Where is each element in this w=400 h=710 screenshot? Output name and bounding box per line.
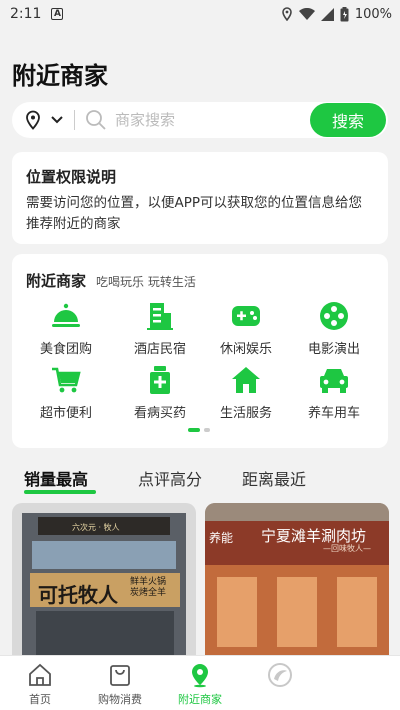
- search-bar: 搜索: [12, 102, 388, 138]
- shop-tagline: 鲜羊火锅 炭烤全羊: [130, 577, 166, 599]
- shop-window: [337, 577, 377, 647]
- page-dot: [204, 428, 210, 432]
- category-movies[interactable]: 电影演出: [294, 300, 374, 357]
- search-icon: [86, 110, 106, 130]
- category-supermarket[interactable]: 超市便利: [26, 364, 106, 421]
- page-title: 附近商家: [12, 62, 108, 90]
- search-divider: [74, 110, 75, 130]
- battery-icon: [340, 6, 349, 21]
- car-icon: [320, 369, 348, 393]
- tab-top-rated[interactable]: 点评高分: [138, 466, 202, 490]
- nav-shopping[interactable]: 购物消费: [80, 662, 160, 707]
- shop-windows: [32, 541, 176, 569]
- page-indicator: [188, 428, 210, 432]
- shopping-bag-icon: [110, 665, 130, 686]
- app-logo-icon: [268, 663, 292, 687]
- shop-window: [277, 577, 317, 647]
- categories-subtitle: 吃喝玩乐 玩转生活: [96, 275, 196, 289]
- permission-text: 需要访问您的位置，以便APP可以获取您的位置信息给您推荐附近的商家: [26, 195, 363, 232]
- permission-title: 位置权限说明: [26, 168, 117, 186]
- category-label: 看病买药: [133, 406, 186, 421]
- nav-home[interactable]: 首页: [0, 662, 80, 707]
- shop-entrance: [36, 611, 174, 655]
- category-car[interactable]: 养车用车: [294, 364, 374, 421]
- gamepad-icon: [232, 306, 260, 326]
- nav-extra[interactable]: [240, 662, 320, 691]
- page-dot-active: [188, 428, 200, 432]
- status-time: 2:11: [10, 6, 42, 22]
- active-tab-indicator: [24, 490, 96, 494]
- shop-card[interactable]: 养能 宁夏滩羊涮肉坊 —回味牧人—: [205, 503, 389, 655]
- search-button[interactable]: 搜索: [310, 103, 386, 137]
- category-label: 养车用车: [307, 406, 360, 421]
- search-input[interactable]: [115, 111, 285, 129]
- shop-tagline-1: 鲜羊火锅: [130, 577, 167, 587]
- nav-label: 首页: [29, 693, 51, 706]
- sort-tabs: 销量最高 点评高分 距离最近: [0, 462, 400, 496]
- home-outline-icon: [29, 663, 51, 686]
- tab-top-sales[interactable]: 销量最高: [24, 466, 88, 490]
- shop-name: 可托牧人: [38, 583, 118, 607]
- food-cloche-icon: [52, 303, 80, 327]
- category-label: 生活服务: [219, 406, 272, 421]
- status-icons: 100%: [281, 6, 392, 22]
- category-label: 美食团购: [39, 342, 92, 357]
- shop-tagline: —回味牧人—: [323, 544, 371, 553]
- category-hotel[interactable]: 酒店民宿: [120, 300, 200, 357]
- shop-roof: [205, 503, 389, 523]
- shop-logo-text: 养能: [209, 531, 234, 545]
- chevron-down-icon[interactable]: [50, 115, 64, 125]
- category-food[interactable]: 美食团购: [26, 300, 106, 357]
- nearby-categories-card: 附近商家 吃喝玩乐 玩转生活 美食团购 酒店民宿 休闲娱乐 电影演出 超市便利 …: [12, 254, 388, 448]
- location-pin-icon: [192, 664, 208, 688]
- shop-card[interactable]: 六次元 · 牧人 可托牧人 鲜羊火锅 炭烤全羊: [12, 503, 196, 655]
- shop-tagline-2: 炭烤全羊: [130, 588, 167, 598]
- category-label: 酒店民宿: [133, 342, 186, 357]
- status-bar: 2:11 A 100%: [0, 0, 400, 28]
- category-label: 超市便利: [39, 406, 92, 421]
- location-status-icon: [282, 7, 292, 21]
- category-medicine[interactable]: 看病买药: [120, 364, 200, 421]
- home-icon: [232, 367, 260, 393]
- nav-nearby[interactable]: 附近商家: [160, 662, 240, 707]
- shop-window: [217, 577, 257, 647]
- film-reel-icon: [320, 302, 348, 330]
- shop-top-sign-text: 六次元 · 牧人: [72, 523, 120, 532]
- category-label: 休闲娱乐: [219, 342, 272, 357]
- battery-level: 100%: [354, 6, 392, 22]
- category-life-services[interactable]: 生活服务: [206, 364, 286, 421]
- shopping-cart-icon: [52, 367, 81, 393]
- categories-header: 附近商家 吃喝玩乐 玩转生活: [26, 270, 196, 291]
- nav-label: 附近商家: [178, 693, 222, 706]
- location-pin-icon[interactable]: [24, 110, 42, 130]
- wifi-icon: [298, 7, 315, 20]
- signal-icon: [320, 7, 334, 21]
- hotel-building-icon: [147, 303, 173, 330]
- categories-title: 附近商家: [26, 272, 87, 290]
- tab-nearest[interactable]: 距离最近: [242, 466, 306, 490]
- category-label: 电影演出: [307, 342, 360, 357]
- category-leisure[interactable]: 休闲娱乐: [206, 300, 286, 357]
- medicine-bottle-icon: [150, 366, 170, 394]
- notification-icon: A: [51, 8, 64, 20]
- bottom-nav: 首页 购物消费 附近商家: [0, 655, 400, 710]
- nav-label: 购物消费: [98, 693, 142, 706]
- location-permission-card: 位置权限说明 需要访问您的位置，以便APP可以获取您的位置信息给您推荐附近的商家: [12, 152, 388, 244]
